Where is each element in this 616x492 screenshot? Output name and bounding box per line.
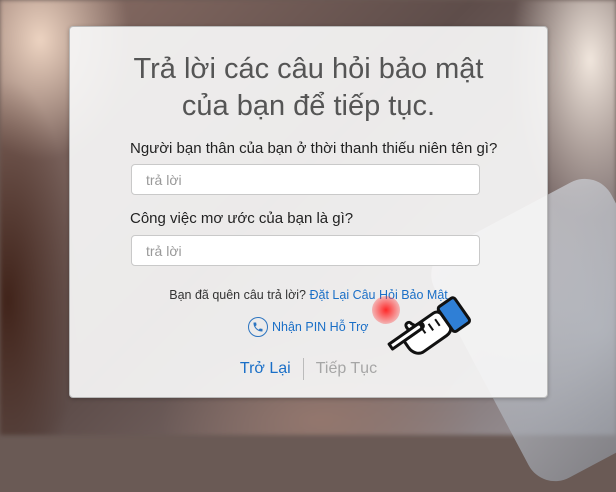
question1-label: Người bạn thân của bạn ở thời thanh thiế… xyxy=(130,140,498,157)
dialog-title: Trả lời các câu hỏi bảo mật của bạn để t… xyxy=(133,53,484,122)
dialog-footer: Trở Lại Tiếp Tục xyxy=(70,357,547,381)
question2-label: Công việc mơ ước của bạn là gì? xyxy=(130,210,354,227)
phone-icon xyxy=(248,317,268,337)
answer1-input[interactable] xyxy=(131,164,480,195)
forgot-prompt: Bạn đã quên câu trả lời? xyxy=(169,288,306,302)
get-support-pin-label: Nhận PIN Hỗ Trợ xyxy=(272,320,369,334)
continue-button[interactable]: Tiếp Tục xyxy=(304,360,377,378)
hand-pointer-icon xyxy=(387,296,472,355)
get-support-pin-link[interactable]: Nhận PIN Hỗ Trợ xyxy=(248,316,368,338)
back-button[interactable]: Trở Lại xyxy=(240,360,303,378)
answer2-input[interactable] xyxy=(131,235,480,266)
